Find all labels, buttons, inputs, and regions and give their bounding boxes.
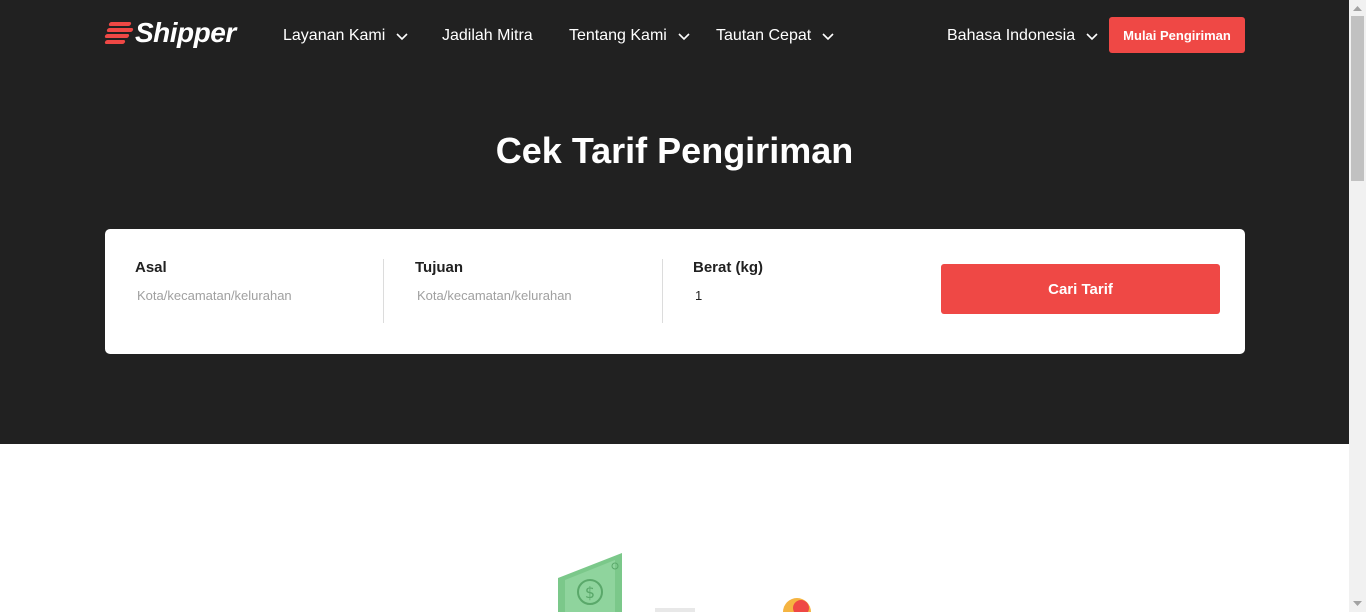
rate-check-form: Asal Tujuan Berat (kg) Cari Tarif xyxy=(105,229,1245,354)
hero-section: Shipper Layanan Kami Jadilah Mitra Tenta… xyxy=(0,0,1349,444)
nav-item-tentang-kami[interactable]: Tentang Kami xyxy=(569,24,691,48)
nav-item-label: Tentang Kami xyxy=(569,27,667,44)
top-navbar: Shipper Layanan Kami Jadilah Mitra Tenta… xyxy=(0,0,1349,72)
nav-item-label: Jadilah Mitra xyxy=(442,27,533,44)
destination-field: Tujuan xyxy=(415,259,635,329)
svg-text:$: $ xyxy=(585,583,595,602)
nav-item-jadilah-mitra[interactable]: Jadilah Mitra xyxy=(442,24,533,48)
field-divider xyxy=(662,259,663,323)
money-bill-icon: $ xyxy=(555,550,835,612)
weight-label: Berat (kg) xyxy=(693,259,764,276)
nav-item-layanan-kami[interactable]: Layanan Kami xyxy=(283,24,409,48)
page-title: Cek Tarif Pengiriman xyxy=(495,130,854,171)
brand-name: Shipper xyxy=(135,17,236,48)
chevron-down-icon xyxy=(821,29,835,43)
scroll-down-arrow-icon[interactable] xyxy=(1349,596,1366,612)
language-selector[interactable]: Bahasa Indonesia xyxy=(947,24,1099,48)
shipper-logo-icon xyxy=(104,19,134,47)
search-rate-button[interactable]: Cari Tarif xyxy=(941,264,1220,314)
nav-item-tautan-cepat[interactable]: Tautan Cepat xyxy=(716,24,835,48)
brand-logo[interactable]: Shipper xyxy=(104,17,236,49)
chevron-down-icon xyxy=(677,29,691,43)
start-shipping-button[interactable]: Mulai Pengiriman xyxy=(1109,17,1245,53)
page-scrollbar[interactable] xyxy=(1349,0,1366,612)
nav-item-label: Tautan Cepat xyxy=(716,27,812,44)
language-label: Bahasa Indonesia xyxy=(947,27,1076,44)
weight-input[interactable] xyxy=(693,288,913,303)
destination-input[interactable] xyxy=(415,288,635,303)
chevron-down-icon xyxy=(1085,29,1099,43)
field-divider xyxy=(383,259,384,323)
weight-field: Berat (kg) xyxy=(693,259,913,329)
origin-field: Asal xyxy=(135,259,355,329)
destination-label: Tujuan xyxy=(415,259,464,276)
scroll-up-arrow-icon[interactable] xyxy=(1349,0,1366,16)
origin-label: Asal xyxy=(135,259,167,276)
nav-item-label: Layanan Kami xyxy=(283,27,386,44)
origin-input[interactable] xyxy=(135,288,355,303)
chevron-down-icon xyxy=(395,29,409,43)
scrollbar-thumb[interactable] xyxy=(1351,16,1364,181)
